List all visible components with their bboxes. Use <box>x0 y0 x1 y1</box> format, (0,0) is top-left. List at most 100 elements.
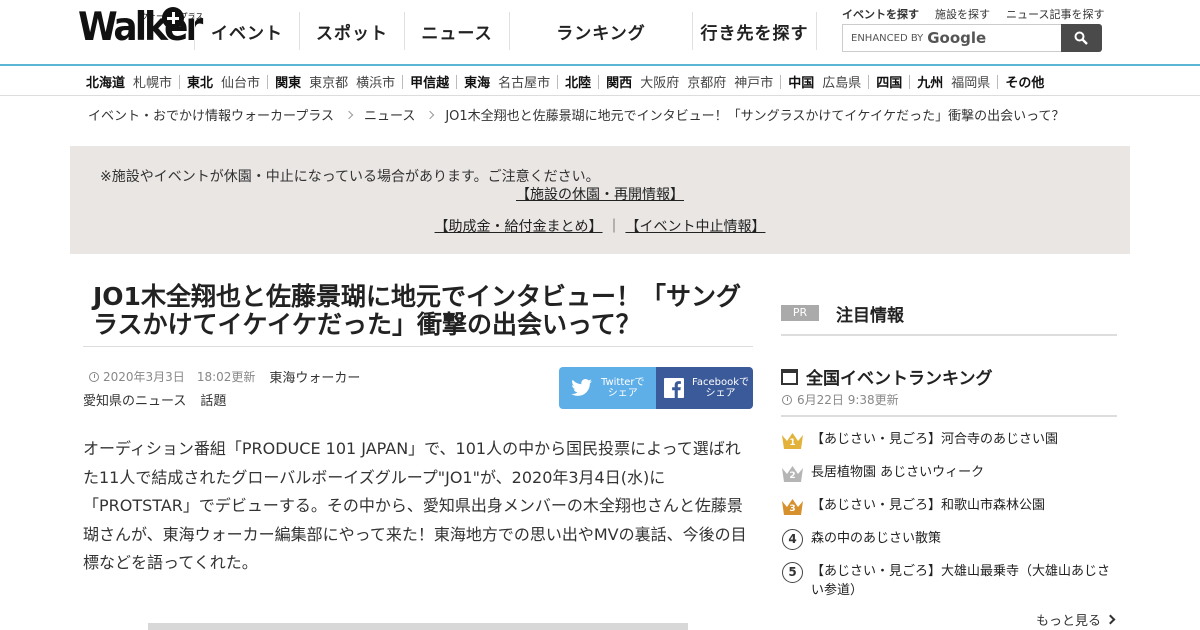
city-link[interactable]: 神戸市 <box>734 72 773 91</box>
nav-item[interactable]: ニュース <box>404 12 509 50</box>
region-link[interactable]: 関東 <box>275 72 301 91</box>
find-events-link[interactable]: イベントを探す <box>842 6 919 22</box>
find-news-link[interactable]: ニュース記事を探す <box>1006 6 1104 22</box>
more-ranking-link[interactable]: もっと見る <box>1036 610 1116 629</box>
region-group: 北海道 札幌市 <box>86 72 172 91</box>
city-link[interactable]: 横浜市 <box>356 72 395 91</box>
event-cancel-link[interactable]: 【イベント中止情報】 <box>625 219 765 235</box>
rank-number: 2 <box>789 471 796 481</box>
region-link[interactable]: 東北 <box>187 72 213 91</box>
city-link[interactable]: 東京都 <box>309 72 348 91</box>
region-link[interactable]: 中国 <box>788 72 814 91</box>
breadcrumb-current: JO1木全翔也と佐藤景瑚に地元でインタビュー！「サングラスかけてイケイケだった」… <box>445 109 1065 124</box>
search-icon <box>1074 31 1088 45</box>
city-link[interactable]: 京都府 <box>687 72 726 91</box>
ranking-item-label: 長居植物園 あじさいウィーク <box>811 465 985 480</box>
event-cancel-link-text: 【イベント中止情報】 <box>625 219 766 235</box>
article-source[interactable]: 東海ウォーカー <box>269 367 360 386</box>
walker-plus-logo[interactable]: Walker ウォーカープラス <box>78 5 203 51</box>
city-link[interactable]: 大阪府 <box>640 72 679 91</box>
ranking-item-label: 【あじさい・見ごろ】河合寺のあじさい園 <box>811 432 1059 447</box>
region-group: 東北 仙台市 <box>187 72 260 91</box>
chevron-right-icon <box>344 110 354 119</box>
find-facilities-link[interactable]: 施設を探す <box>935 6 990 22</box>
ranking-updated: 6月22日 9:38更新 <box>782 391 899 408</box>
facebook-share-button[interactable]: Facebookで シェア <box>656 367 753 409</box>
clock-icon <box>89 371 99 382</box>
notice-text: ※施設やイベントが休園・中止になっている場合があります。ご注意ください。 <box>100 169 600 185</box>
ranking-item[interactable]: 3 【あじさい・見ごろ】和歌山市森林公園 <box>781 496 1117 518</box>
breadcrumb-home[interactable]: イベント・おでかけ情報ウォーカープラス <box>88 105 334 124</box>
region-group: 関東 東京都 横浜市 <box>275 72 395 91</box>
region-link[interactable]: 東海 <box>464 72 490 91</box>
ranking-item-label: 【あじさい・見ごろ】和歌山市森林公園 <box>811 498 1046 513</box>
ranking-item[interactable]: 5 【あじさい・見ごろ】大雄山最乗寺（大雄山あじさい参道） <box>781 562 1117 600</box>
city-link[interactable]: 名古屋市 <box>498 72 550 91</box>
region-separator <box>909 75 911 89</box>
region-separator <box>997 75 999 89</box>
region-link[interactable]: 四国 <box>876 72 902 91</box>
region-separator <box>868 75 870 89</box>
ranking-item[interactable]: 4 森の中のあじさい散策 <box>781 529 1117 551</box>
region-bar: 北海道 札幌市 東北 仙台市 関東 東京都 横浜市 甲信越 東海 名古屋市 北陸 関西 大阪府 京都府 神戸… <box>0 66 1200 96</box>
region-link[interactable]: その他 <box>1005 72 1044 91</box>
calendar-icon <box>781 368 798 385</box>
subsidy-link-text: 【助成金・給付金まとめ】 <box>434 219 603 235</box>
facebook-icon <box>664 378 684 398</box>
region-separator <box>456 75 458 89</box>
city-link[interactable]: 札幌市 <box>133 72 172 91</box>
crown-icon: 2 <box>781 463 805 485</box>
region-separator <box>780 75 782 89</box>
rank-number: 3 <box>789 504 796 514</box>
twitter-bird-icon <box>571 379 592 396</box>
city-link[interactable]: 広島県 <box>822 72 861 91</box>
search-button[interactable] <box>1061 24 1102 52</box>
nav-item[interactable]: 行き先を探す <box>692 12 817 50</box>
facebook-share-line1: Facebookで <box>692 377 749 388</box>
region-group: 中国 広島県 <box>788 72 861 91</box>
tag-link[interactable]: 愛知県のニュース <box>83 390 186 409</box>
nav-item[interactable]: スポット <box>299 12 404 50</box>
article-meta: 2020年3月3日 18:02更新 東海ウォーカー <box>89 367 360 386</box>
rank-number: 5 <box>782 562 803 583</box>
notice-divider: ｜ <box>607 219 621 235</box>
region-group: 関西 大阪府 京都府 神戸市 <box>606 72 773 91</box>
city-link[interactable]: 仙台市 <box>221 72 260 91</box>
chevron-right-icon <box>426 110 435 119</box>
region-link[interactable]: 甲信越 <box>410 72 449 91</box>
twitter-share-button[interactable]: Twitterで シェア <box>559 367 656 409</box>
more-label: もっと見る <box>1036 614 1102 629</box>
region-link[interactable]: 北陸 <box>565 72 591 91</box>
region-link[interactable]: 関西 <box>606 72 632 91</box>
region-link[interactable]: 北海道 <box>86 72 125 91</box>
article-title: JO1木全翔也と佐藤景瑚に地元でインタビュー！「サングラスかけてイケイケだった」… <box>93 282 741 339</box>
ranking-item-label: 【あじさい・見ごろ】大雄山最乗寺（大雄山あじさい参道） <box>811 564 1111 598</box>
ranking-item[interactable]: 1 【あじさい・見ごろ】河合寺のあじさい園 <box>781 430 1117 452</box>
twitter-share-line2: シェア <box>607 388 638 399</box>
region-group: 四国 <box>876 72 902 91</box>
city-link[interactable]: 福岡県 <box>951 72 990 91</box>
closure-info-link-text: 【施設の休園・再開情報】 <box>516 187 684 203</box>
plus-icon <box>162 7 184 29</box>
nav-item[interactable]: イベント <box>194 12 299 50</box>
search-enhanced-label: ENHANCED BY <box>851 32 924 44</box>
tag-link[interactable]: 話題 <box>200 390 226 409</box>
site-search: ENHANCED BY Google <box>842 24 1102 52</box>
ranking-divider <box>781 415 1117 417</box>
subsidy-link[interactable]: 【助成金・給付金まとめ】 <box>435 219 603 235</box>
crown-icon: 1 <box>781 430 805 452</box>
title-divider <box>83 346 753 347</box>
region-link[interactable]: 九州 <box>917 72 943 91</box>
region-group: 九州 福岡県 <box>917 72 990 91</box>
ranking-item[interactable]: 2 長居植物園 あじさいウィーク <box>781 463 1117 485</box>
search-input[interactable]: ENHANCED BY Google <box>842 24 1061 52</box>
article-photo <box>148 623 688 630</box>
clock-icon <box>782 394 792 405</box>
twitter-share-line1: Twitterで <box>601 377 645 388</box>
pr-badge: PR <box>781 305 819 321</box>
nav-item[interactable]: ランキング <box>509 12 692 50</box>
closure-info-link[interactable]: 【施設の休園・再開情報】 <box>516 187 684 203</box>
breadcrumb-news[interactable]: ニュース <box>364 105 415 124</box>
ranking-title: 全国イベントランキング <box>806 369 993 389</box>
site-header: Walker ウォーカープラス イベントスポットニュースランキング行き先を探す … <box>0 0 1200 66</box>
